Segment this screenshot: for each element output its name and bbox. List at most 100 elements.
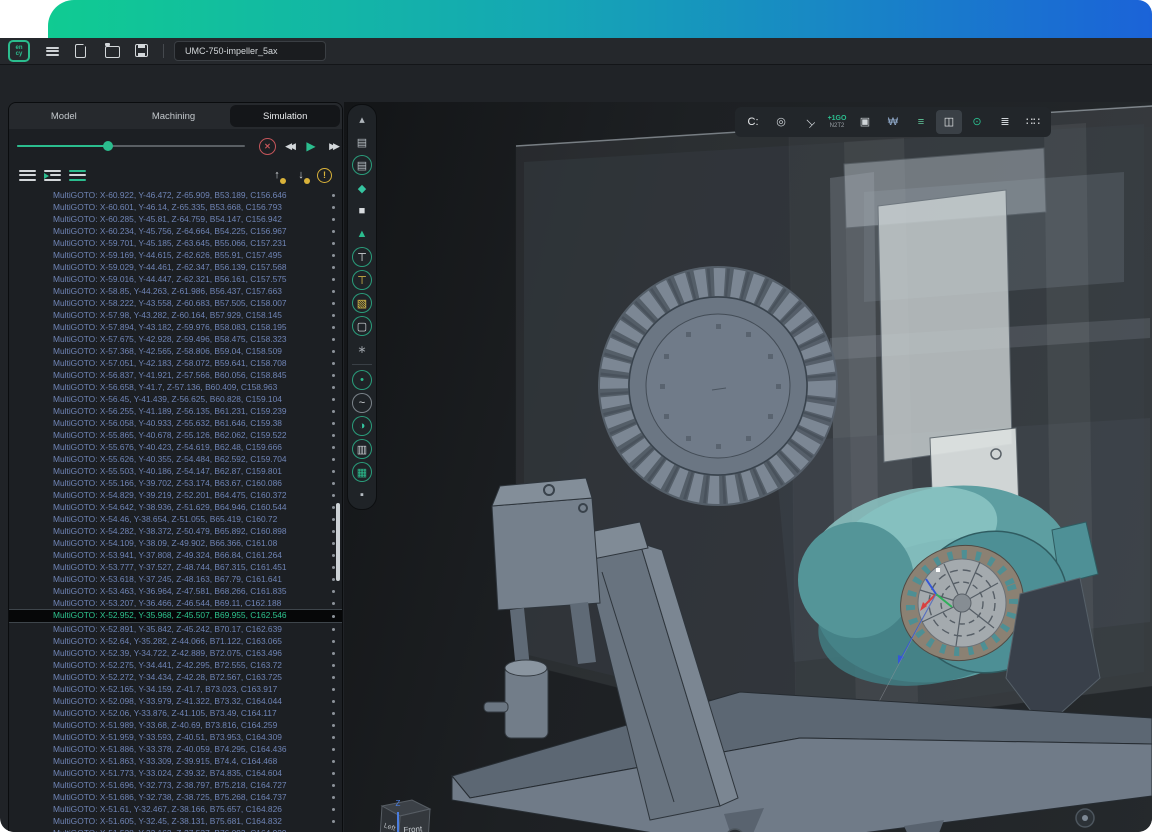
nc-program-row[interactable]: MultiGOTO: X-54.282, Y-38.372, Z-50.479,… [9,525,342,537]
spindle-icon[interactable]: ⊤ [353,248,371,266]
nc-program-row[interactable]: MultiGOTO: X-57.894, Y-43.182, Z-59.976,… [9,321,342,333]
nc-program-row[interactable]: MultiGOTO: X-51.61, Y-32.467, Z-38.166, … [9,803,342,815]
nc-program-row[interactable]: MultiGOTO: X-59.701, Y-45.185, Z-63.645,… [9,237,342,249]
machine-simulation-icon[interactable]: ▤ [353,156,371,174]
holder-icon[interactable]: ▧ [353,294,371,312]
reset-simulation-button[interactable]: ✕ [259,138,276,155]
nc-program-row[interactable]: MultiGOTO: X-52.165, Y-34.159, Z-41.7, B… [9,683,342,695]
nc-program-row[interactable]: MultiGOTO: X-58.222, Y-43.558, Z-60.683,… [9,297,342,309]
slider-knob[interactable] [103,141,113,151]
nc-program-row[interactable]: MultiGOTO: X-60.922, Y-46.472, Z-65.909,… [9,189,342,201]
nc-program-row[interactable]: MultiGOTO: X-57.051, Y-42.183, Z-58.072,… [9,357,342,369]
toolbar-divider[interactable] [352,364,372,365]
machine-panel-icon[interactable]: ▣ [852,110,878,134]
nc-program-row[interactable]: MultiGOTO: X-51.696, Y-32.773, Z-38.797,… [9,779,342,791]
caliper-icon[interactable]: ⊤ [791,104,826,139]
menu-icon[interactable] [46,47,59,56]
panel-tab[interactable]: Model [9,103,119,129]
tool-axis-icon[interactable]: ⊤ [353,271,371,289]
save-button[interactable] [135,44,149,58]
nc-program-row[interactable]: MultiGOTO: X-52.275, Y-34.441, Z-42.295,… [9,659,342,671]
nc-program-row[interactable]: MultiGOTO: X-55.503, Y-40.186, Z-54.147,… [9,465,342,477]
nc-program-row[interactable]: MultiGOTO: X-60.601, Y-46.14, Z-65.335, … [9,201,342,213]
nc-program-row[interactable]: MultiGOTO: X-51.686, Y-32.738, Z-38.725,… [9,791,342,803]
nc-program-row[interactable]: MultiGOTO: X-51.863, Y-33.309, Z-39.915,… [9,755,342,767]
nc-program-row[interactable]: MultiGOTO: X-55.626, Y-40.355, Z-54.484,… [9,453,342,465]
nc-program-row[interactable]: MultiGOTO: X-54.642, Y-38.936, Z-51.629,… [9,501,342,513]
nc-program-row[interactable]: MultiGOTO: X-51.528, Y-32.163, Z-37.537,… [9,827,342,832]
nc-program-row[interactable]: MultiGOTO: X-56.255, Y-41.189, Z-56.135,… [9,405,342,417]
sliders-icon[interactable]: ≣ [992,110,1018,134]
nc-program-row[interactable]: MultiGOTO: X-57.98, Y-43.282, Z-60.164, … [9,309,342,321]
nc-program-row[interactable]: MultiGOTO: X-56.058, Y-40.933, Z-55.632,… [9,417,342,429]
nc-program-row[interactable]: MultiGOTO: X-55.166, Y-39.702, Z-53.174,… [9,477,342,489]
nc-program-row[interactable]: MultiGOTO: X-55.865, Y-40.678, Z-55.126,… [9,429,342,441]
app-logo[interactable]: en cy [8,40,30,62]
stock-icon[interactable]: ■ [353,202,371,220]
probe-icon[interactable]: ◎ [768,110,794,134]
machine-icon[interactable]: ▤ [353,133,371,151]
list-grouped-view-icon[interactable] [69,170,86,181]
nc-program-row[interactable]: MultiGOTO: X-52.098, Y-33.979, Z-41.322,… [9,695,342,707]
list-scrollbar[interactable] [336,503,340,581]
new-file-button[interactable] [75,44,89,58]
nc-program-row[interactable]: MultiGOTO: X-60.285, Y-45.81, Z-64.759, … [9,213,342,225]
nc-program-row[interactable]: MultiGOTO: X-60.234, Y-45.756, Z-64.664,… [9,225,342,237]
stripes-display-icon[interactable]: ▥ [353,440,371,458]
3d-viewport[interactable]: ▴▤▤◆■▲⊤⊤▧▢∗•~◑▥▦▪ C: ◎ ⊤ +1GO N2T2 [344,102,1152,832]
tool-icon[interactable]: ◆ [353,179,371,197]
next-warning-button[interactable]: ↓ [293,167,309,183]
nc-program-row[interactable]: MultiGOTO: X-56.658, Y-41.7, Z-57.136, B… [9,381,342,393]
nc-program-row[interactable]: MultiGOTO: X-51.989, Y-33.68, Z-40.69, B… [9,719,342,731]
nc-program-row[interactable]: MultiGOTO: X-57.675, Y-42.928, Z-59.496,… [9,333,342,345]
nc-program-row[interactable]: MultiGOTO: X-53.463, Y-36.964, Z-47.581,… [9,585,342,597]
open-file-button[interactable] [105,44,119,58]
curve-display-icon[interactable]: ~ [353,394,371,412]
nc-program-row[interactable]: MultiGOTO: X-53.777, Y-37.527, Z-48.744,… [9,561,342,573]
apps-grid-icon[interactable]: ∷∷ [1020,110,1046,134]
nc-program-row[interactable]: MultiGOTO: X-59.169, Y-44.615, Z-62.626,… [9,249,342,261]
target-gear-icon[interactable]: ⊙ [964,110,990,134]
nc-program-row[interactable]: MultiGOTO: X-59.016, Y-44.447, Z-62.321,… [9,273,342,285]
nc-program-row[interactable]: MultiGOTO: X-52.272, Y-34.434, Z-42.28, … [9,671,342,683]
grid-display-icon[interactable]: ▦ [353,463,371,481]
warnings-button[interactable]: ! [317,168,332,183]
nc-program-row[interactable]: MultiGOTO: X-52.64, Y-35.282, Z-44.066, … [9,635,342,647]
collision-check-icon[interactable]: C: [740,110,766,134]
nc-program-row[interactable]: MultiGOTO: X-55.676, Y-40.423, Z-54.619,… [9,441,342,453]
points-display-icon[interactable]: • [353,371,371,389]
nc-program-row[interactable]: MultiGOTO: X-59.029, Y-44.461, Z-62.347,… [9,261,342,273]
nc-program-row[interactable]: MultiGOTO: X-56.837, Y-41.921, Z-57.566,… [9,369,342,381]
nc-program-row[interactable]: MultiGOTO: X-56.45, Y-41.439, Z-56.625, … [9,393,342,405]
nc-program-row[interactable]: MultiGOTO: X-52.06, Y-33.876, Z-41.105, … [9,707,342,719]
nc-program-row[interactable]: MultiGOTO: X-51.605, Y-32.45, Z-38.131, … [9,815,342,827]
nc-program-row[interactable]: MultiGOTO: X-58.85, Y-44.263, Z-61.986, … [9,285,342,297]
panel-tab[interactable]: Machining [119,103,229,129]
note-icon[interactable]: ▪ [353,486,371,504]
nc-program-row[interactable]: MultiGOTO: X-53.207, Y-36.466, Z-46.544,… [9,597,342,609]
timeline-slider[interactable] [17,141,245,151]
nc-program-row[interactable]: MultiGOTO: X-51.886, Y-33.378, Z-40.059,… [9,743,342,755]
goto-counter[interactable]: +1GO N2T2 [824,110,850,134]
nc-program-row[interactable]: MultiGOTO: X-51.959, Y-33.593, Z-40.51, … [9,731,342,743]
solid-display-icon[interactable]: ◑ [353,417,371,435]
nc-program-row[interactable]: MultiGOTO: X-54.829, Y-39.219, Z-52.201,… [9,489,342,501]
nc-program-row[interactable]: MultiGOTO: X-53.941, Y-37.808, Z-49.324,… [9,549,342,561]
tool-display-icon[interactable]: ◫ [936,110,962,134]
previous-warning-button[interactable]: ↑ [269,167,285,183]
door-icon[interactable]: ▢ [353,317,371,335]
nc-program-row[interactable]: MultiGOTO: X-52.39, Y-34.722, Z-42.889, … [9,647,342,659]
rewind-button[interactable]: ◀◀ [280,138,298,154]
list-flat-view-icon[interactable] [19,170,36,181]
document-tab[interactable]: UMC-750-impeller_5ax [174,41,326,61]
panel-tab[interactable]: Simulation [230,105,340,127]
wireframe-icon[interactable]: ₩ [880,110,906,134]
view-cube[interactable]: Front Left Z X Y [354,796,474,832]
nc-program-row[interactable]: MultiGOTO: X-57.368, Y-42.565, Z-58.806,… [9,345,342,357]
play-button[interactable]: ▶ [302,138,320,154]
nc-program-row[interactable]: MultiGOTO: X-52.952, Y-35.968, Z-45.507,… [9,609,342,623]
sparkle-icon[interactable]: ∗ [353,340,371,358]
nc-program-row[interactable]: MultiGOTO: X-53.618, Y-37.245, Z-48.163,… [9,573,342,585]
list-current-statement-icon[interactable] [44,170,61,181]
nc-program-row[interactable]: MultiGOTO: X-54.46, Y-38.654, Z-51.055, … [9,513,342,525]
